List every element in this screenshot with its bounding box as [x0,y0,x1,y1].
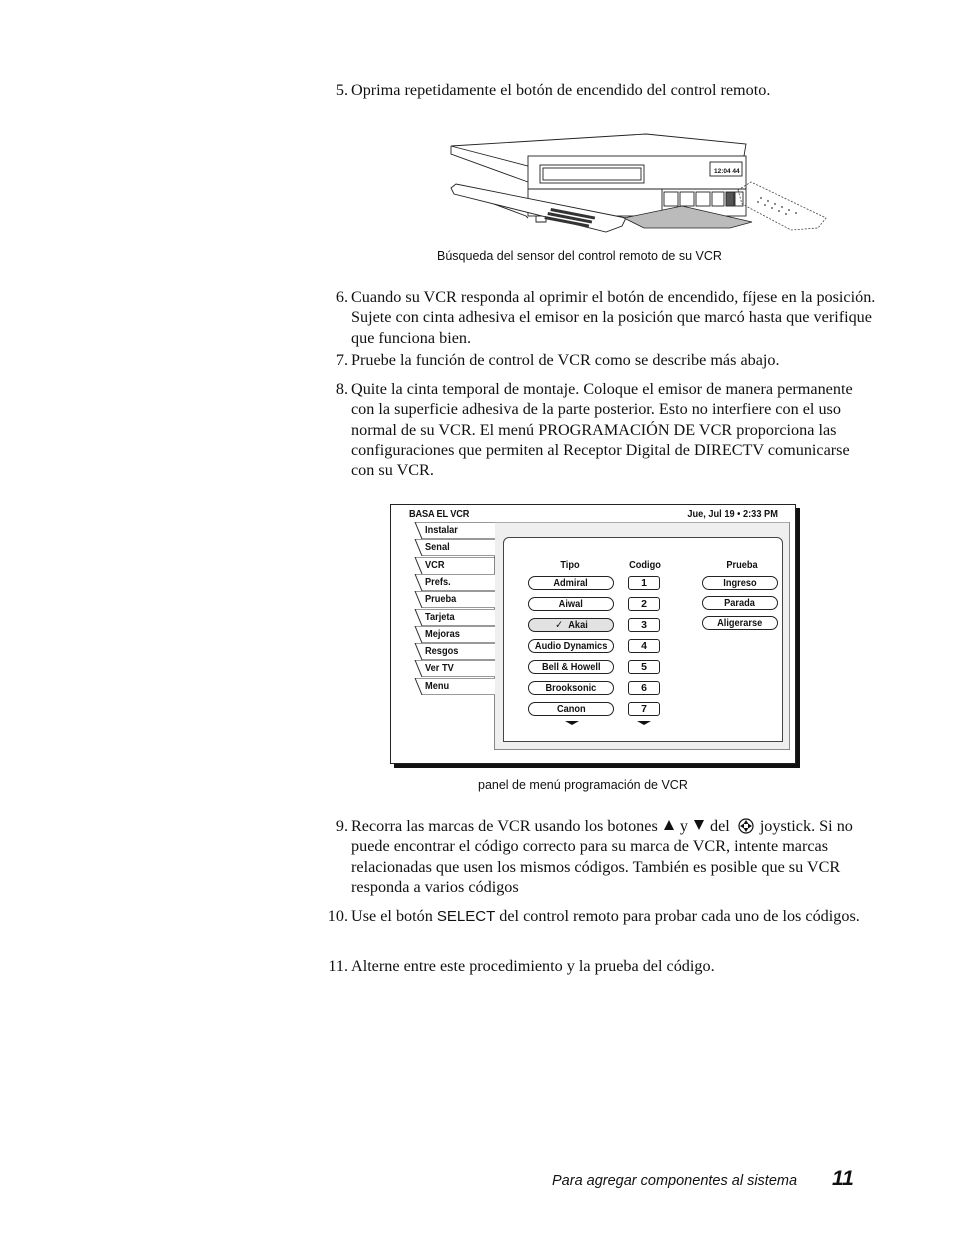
vcr-figure-caption: Búsqueda del sensor del control remoto d… [437,249,722,263]
brand-option-label: Bell & Howell [542,661,601,673]
brand-option[interactable]: Admiral [528,576,614,590]
step-number: 7. [335,351,348,369]
code-option[interactable]: 4 [628,639,660,653]
joystick-icon [738,818,754,834]
menu-datetime: Jue, Jul 19 • 2:33 PM [687,508,778,520]
brand-option-label: Audio Dynamics [535,640,607,652]
test-button-parada[interactable]: Parada [702,596,778,610]
tab-outline [414,539,495,557]
brand-option-label: ✓ Akai [555,619,588,631]
menu-frame: BASA EL VCR Jue, Jul 19 • 2:33 PM Instal… [390,504,796,764]
test-button-label: Parada [724,597,756,609]
code-option[interactable]: 6 [628,681,660,695]
column-header-prueba: Prueba [726,559,758,571]
menu-tab-vcr[interactable]: VCR [411,556,495,574]
footer-section-title: Para agregar componentes al sistema [552,1173,798,1189]
menu-title: BASA EL VCR [409,508,470,520]
menu-tab-mejoras[interactable]: Mejoras [411,625,495,643]
step-text: Use el botón SELECT del control remoto p… [351,906,876,927]
brand-name: Aiwal [558,598,584,610]
brand-name: Akai [567,619,588,631]
tab-label: Prefs. [425,575,451,588]
step-text-part: del control remoto para probar cada uno … [499,907,860,925]
code-option[interactable]: 7 [628,702,660,716]
step-text: Pruebe la función de control de VCR como… [351,351,780,369]
code-option[interactable]: 5 [628,660,660,674]
code-option[interactable]: 2 [628,597,660,611]
step-text: Quite la cinta temporal de montaje. Colo… [351,380,853,480]
brand-option[interactable]: Aiwal [528,597,614,611]
tab-label: Prueba [425,593,457,606]
tab-outline [414,556,495,574]
brand-option-label: Brooksonic [546,682,597,694]
brand-name: Canon [556,703,586,715]
step-text: Recorra las marcas de VCR usando los bot… [351,816,876,897]
step-number: 5. [335,81,348,99]
step-number: 8. [335,380,348,398]
vcr-remote-sensor-illustration: 12:04 44 [450,133,827,233]
up-triangle-icon [663,820,674,830]
menu-tab-tarjeta[interactable]: Tarjeta [411,608,495,626]
menu-tab-instalar[interactable]: Instalar [411,522,495,539]
brand-option[interactable]: Audio Dynamics [528,639,614,653]
vcr-display-text: 12:04 44 [714,168,740,175]
test-button-aligerarse[interactable]: Aligerarse [702,616,778,630]
test-button-ingreso[interactable]: Ingreso [702,576,778,590]
brand-option-label: Aiwal [559,598,583,610]
menu-tab-menu[interactable]: Menu [411,677,495,695]
step-text: Alterne entre este procedimiento y la pr… [351,957,715,975]
step-text-part: Use el botón [351,907,433,925]
brand-name: Brooksonic [545,682,597,694]
brand-option[interactable]: Bell & Howell [528,660,614,674]
codigo-scroll-down-icon[interactable] [637,721,651,725]
column-header-codigo: Codigo [629,559,661,571]
step-number: 6. [335,288,348,306]
brand-option[interactable]: ✓ Akai [528,618,614,632]
tab-label: Mejoras [425,627,460,640]
menu-tab-senal[interactable]: Senal [411,539,495,557]
tab-label: Ver TV [425,662,454,675]
tab-label: Senal [425,541,450,554]
brand-option-label: Admiral [554,577,588,589]
brand-name: Admiral [553,577,589,589]
vcr-setup-menu-panel: BASA EL VCR Jue, Jul 19 • 2:33 PM Instal… [390,504,801,769]
step-number: 10. [327,907,348,925]
step-text-part: Recorra las marcas de VCR usando los bot… [351,817,658,835]
step-text-part: y [679,817,688,835]
tab-label: Menu [425,679,450,692]
tab-label: VCR [425,558,445,571]
brand-option[interactable]: Canon [528,702,614,716]
menu-tab-prueba[interactable]: Prueba [411,591,495,609]
down-triangle-icon [693,820,704,830]
brand-option-label: Canon [557,703,586,715]
tab-label: Resgos [425,645,459,658]
menu-tab-ver-tv[interactable]: Ver TV [411,660,495,678]
page-number: 11 [832,1167,854,1190]
select-button-name: SELECT [436,908,496,925]
test-button-label: Aligerarse [717,617,763,629]
code-option[interactable]: 1 [628,576,660,590]
tab-label: Instalar [425,524,458,536]
checkmark-icon: ✓ [554,619,563,631]
step-text-part: del [710,817,730,835]
column-header-tipo: Tipo [560,559,580,571]
step-text: Oprima repetidamente el botón de encendi… [351,81,771,99]
step-number: 11. [328,957,348,975]
test-button-label: Ingreso [723,577,757,589]
menu-tab-resgos[interactable]: Resgos [411,643,495,661]
step-number: 9. [335,817,348,835]
tab-outline [414,573,495,591]
tipo-scroll-down-icon[interactable] [565,721,579,725]
step-text: Cuando su VCR responda al oprimir el bot… [351,288,876,347]
menu-content-panel: Tipo Codigo Prueba Admiral Aiwal ✓ Akai Audi… [503,537,783,742]
brand-name: Bell & Howell [541,661,601,673]
menu-figure-caption: panel de menú programación de VCR [478,778,688,792]
tab-outline [414,677,495,695]
tab-label: Tarjeta [425,610,455,623]
code-option[interactable]: 3 [628,618,660,632]
menu-tab-prefs[interactable]: Prefs. [411,573,495,591]
brand-name: Audio Dynamics [534,640,608,652]
brand-option[interactable]: Brooksonic [528,681,614,695]
